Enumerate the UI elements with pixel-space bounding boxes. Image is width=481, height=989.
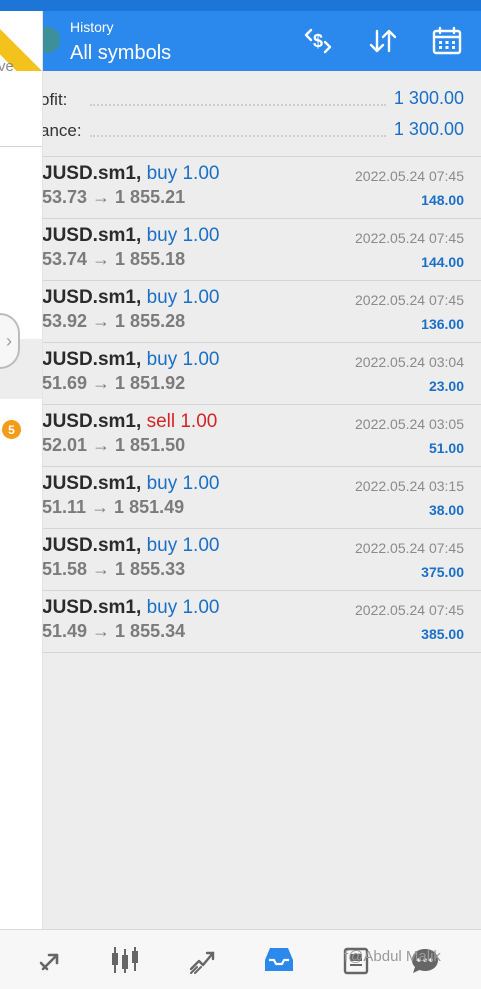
- deal-time: 2022.05.24 03:05: [355, 416, 464, 432]
- deal-side: buy 1.00: [146, 473, 220, 494]
- deal-prices: 51.69 → 1 851.92: [42, 373, 186, 393]
- deal-profit: 148.00: [421, 192, 464, 208]
- watermark-text: f@Abdul Malik: [344, 948, 441, 965]
- sort-icon[interactable]: [365, 23, 401, 59]
- balance-value: 1 300.00: [393, 119, 464, 139]
- deal-time: 2022.05.24 07:45: [355, 230, 464, 246]
- deal-symbol: JUSD.sm1, buy 1.00: [42, 287, 219, 309]
- app-bar: History All symbols $: [0, 11, 481, 71]
- symbol-filter[interactable]: All symbols: [70, 42, 171, 65]
- deal-symbol: JUSD.sm1, buy 1.00: [42, 349, 219, 371]
- deal-row[interactable]: JUSD.sm1, sell 1.00 52.01 → 1 851.50 202…: [0, 405, 481, 467]
- deal-prices: 53.73 → 1 855.21: [42, 187, 186, 207]
- deal-profit: 23.00: [428, 378, 464, 394]
- profit-label: ofit:: [40, 90, 68, 109]
- deal-prices: 51.11 → 1 851.49: [42, 497, 185, 517]
- bottom-nav: f@Abdul Malik: [0, 929, 481, 989]
- deal-row[interactable]: JUSD.sm1, buy 1.00 51.69 → 1 851.92 2022…: [0, 343, 481, 405]
- symbol-text: JUSD.sm1,: [42, 535, 142, 556]
- deal-symbol: JUSD.sm1, buy 1.00: [42, 535, 219, 557]
- balance-label: ance:: [40, 121, 82, 140]
- history-icon[interactable]: [259, 940, 299, 980]
- balance-row: ance: 1 300.00: [0, 114, 481, 144]
- deposit-icon[interactable]: $: [300, 23, 336, 59]
- deal-profit: 375.00: [421, 564, 464, 580]
- profit-row: ofit: 1 300.00: [0, 83, 481, 113]
- drawer-divider: [0, 146, 42, 147]
- summary-panel: ofit: 1 300.00 ance: 1 300.00: [0, 71, 481, 157]
- deal-row[interactable]: JUSD.sm1, buy 1.00 53.73 → 1 855.21 2022…: [0, 157, 481, 219]
- deal-time: 2022.05.24 07:45: [355, 292, 464, 308]
- symbol-text: JUSD.sm1,: [42, 597, 142, 618]
- deal-row[interactable]: JUSD.sm1, buy 1.00 51.58 → 1 855.33 2022…: [0, 529, 481, 591]
- deal-row[interactable]: JUSD.sm1, buy 1.00 53.92 → 1 855.28 2022…: [0, 281, 481, 343]
- deal-time: 2022.05.24 03:04: [355, 354, 464, 370]
- deal-time: 2022.05.24 07:45: [355, 540, 464, 556]
- symbol-text: JUSD.sm1,: [42, 225, 142, 246]
- deal-side: buy 1.00: [146, 163, 220, 184]
- deal-profit: 38.00: [428, 502, 464, 518]
- deal-side: buy 1.00: [146, 287, 220, 308]
- deal-row[interactable]: JUSD.sm1, buy 1.00 51.49 → 1 855.34 2022…: [0, 591, 481, 653]
- deal-row[interactable]: JUSD.sm1, buy 1.00 53.74 → 1 855.18 2022…: [0, 219, 481, 281]
- page-title: History: [70, 19, 114, 35]
- status-bar: [0, 0, 481, 11]
- deal-profit: 51.00: [428, 440, 464, 456]
- deal-time: 2022.05.24 03:15: [355, 478, 464, 494]
- ribbon-label: Real: [4, 12, 33, 40]
- quotes-icon[interactable]: [30, 940, 70, 980]
- deal-time: 2022.05.24 07:45: [355, 602, 464, 618]
- calendar-icon[interactable]: [429, 23, 465, 59]
- deal-side: buy 1.00: [146, 225, 220, 246]
- deal-symbol: JUSD.sm1, buy 1.00: [42, 473, 219, 495]
- chart-icon[interactable]: [105, 940, 145, 980]
- deal-row[interactable]: JUSD.sm1, buy 1.00 51.11 → 1 851.49 2022…: [0, 467, 481, 529]
- deal-profit: 385.00: [421, 626, 464, 642]
- leader-dots: [90, 104, 386, 106]
- deal-symbol: JUSD.sm1, buy 1.00: [42, 163, 219, 185]
- deal-profit: 136.00: [421, 316, 464, 332]
- deal-side: buy 1.00: [146, 535, 220, 556]
- side-drawer: Real ve 5: [0, 11, 43, 929]
- deal-side: sell 1.00: [146, 411, 218, 432]
- leader-dots: [90, 135, 386, 137]
- deal-symbol: JUSD.sm1, sell 1.00: [42, 411, 217, 433]
- notification-badge: 5: [2, 420, 21, 439]
- symbol-text: JUSD.sm1,: [42, 287, 142, 308]
- deal-side: buy 1.00: [146, 597, 220, 618]
- drawer-partial-text: ve: [0, 58, 14, 75]
- deal-symbol: JUSD.sm1, buy 1.00: [42, 597, 219, 619]
- profit-value: 1 300.00: [393, 88, 464, 108]
- chevron-right-icon: ›: [6, 330, 12, 351]
- deal-time: 2022.05.24 07:45: [355, 168, 464, 184]
- symbol-text: JUSD.sm1,: [42, 163, 142, 184]
- deal-prices: 53.74 → 1 855.18: [42, 249, 186, 269]
- deal-prices: 52.01 → 1 851.50: [42, 435, 186, 455]
- deal-prices: 51.58 → 1 855.33: [42, 559, 186, 579]
- symbol-text: JUSD.sm1,: [42, 349, 142, 370]
- trade-icon[interactable]: [182, 940, 222, 980]
- symbol-text: JUSD.sm1,: [42, 411, 142, 432]
- deal-prices: 51.49 → 1 855.34: [42, 621, 186, 641]
- deal-symbol: JUSD.sm1, buy 1.00: [42, 225, 219, 247]
- deal-prices: 53.92 → 1 855.28: [42, 311, 186, 331]
- deal-side: buy 1.00: [146, 349, 220, 370]
- deal-profit: 144.00: [421, 254, 464, 270]
- symbol-text: JUSD.sm1,: [42, 473, 142, 494]
- svg-text:$: $: [313, 31, 323, 51]
